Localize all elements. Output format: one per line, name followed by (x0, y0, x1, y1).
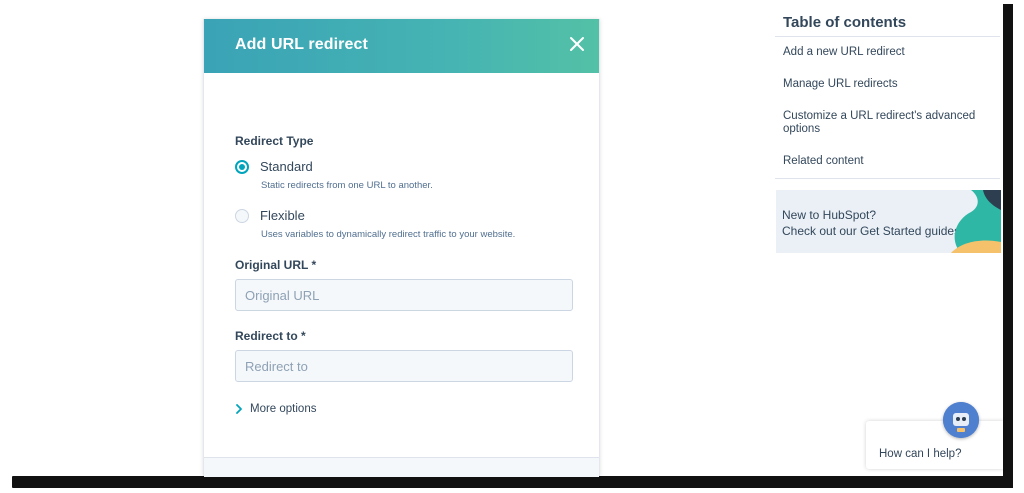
radio-unchecked-icon[interactable] (235, 208, 249, 223)
redirect-type-label: Redirect Type (235, 134, 314, 148)
close-icon[interactable] (567, 34, 587, 54)
modal-title: Add URL redirect (235, 36, 368, 53)
modal-footer (204, 457, 599, 477)
chatbot-robot-icon (943, 402, 979, 438)
toc-item-advanced-options[interactable]: Customize a URL redirect's advanced opti… (783, 110, 988, 136)
radio-description-flexible: Uses variables to dynamically redirect t… (261, 229, 516, 240)
toc-divider (775, 36, 1000, 37)
chevron-right-icon (236, 404, 242, 414)
more-options-toggle[interactable]: More options (235, 403, 316, 415)
toc-item-manage-redirects[interactable]: Manage URL redirects (783, 78, 988, 91)
radio-option-flexible[interactable]: Flexible (235, 208, 305, 223)
toc-divider (775, 178, 1000, 179)
screenshot-shadow-right (1003, 4, 1013, 488)
original-url-input[interactable] (235, 279, 573, 311)
page: Add URL redirect Redirect Type Standard … (0, 0, 1024, 493)
toc-item-related-content[interactable]: Related content (783, 155, 988, 168)
radio-label-flexible: Flexible (260, 208, 305, 223)
toc-title: Table of contents (783, 14, 907, 31)
original-url-label: Original URL * (235, 258, 317, 272)
chat-avatar-icon[interactable] (943, 402, 979, 438)
add-url-redirect-modal: Add URL redirect Redirect Type Standard … (203, 19, 600, 477)
radio-description-standard: Static redirects from one URL to another… (261, 180, 433, 191)
promo-illustration-icon (951, 190, 1001, 253)
promo-link-text: Check out our Get Started guides (782, 224, 961, 238)
chat-widget[interactable]: How can I help? (866, 421, 1003, 469)
modal-header: Add URL redirect (204, 19, 599, 73)
chat-prompt: How can I help? (879, 448, 962, 460)
get-started-promo[interactable]: New to HubSpot? Check out our Get Starte… (776, 190, 1001, 253)
radio-label-standard: Standard (260, 159, 313, 174)
radio-option-standard[interactable]: Standard (235, 159, 313, 174)
more-options-label: More options (250, 403, 317, 415)
promo-heading: New to HubSpot? (782, 208, 877, 222)
screenshot-shadow-bottom (12, 476, 1008, 488)
radio-checked-icon[interactable] (235, 159, 249, 174)
redirect-to-input[interactable] (235, 350, 573, 382)
toc-item-add-redirect[interactable]: Add a new URL redirect (783, 46, 988, 59)
redirect-to-label: Redirect to * (235, 329, 306, 343)
